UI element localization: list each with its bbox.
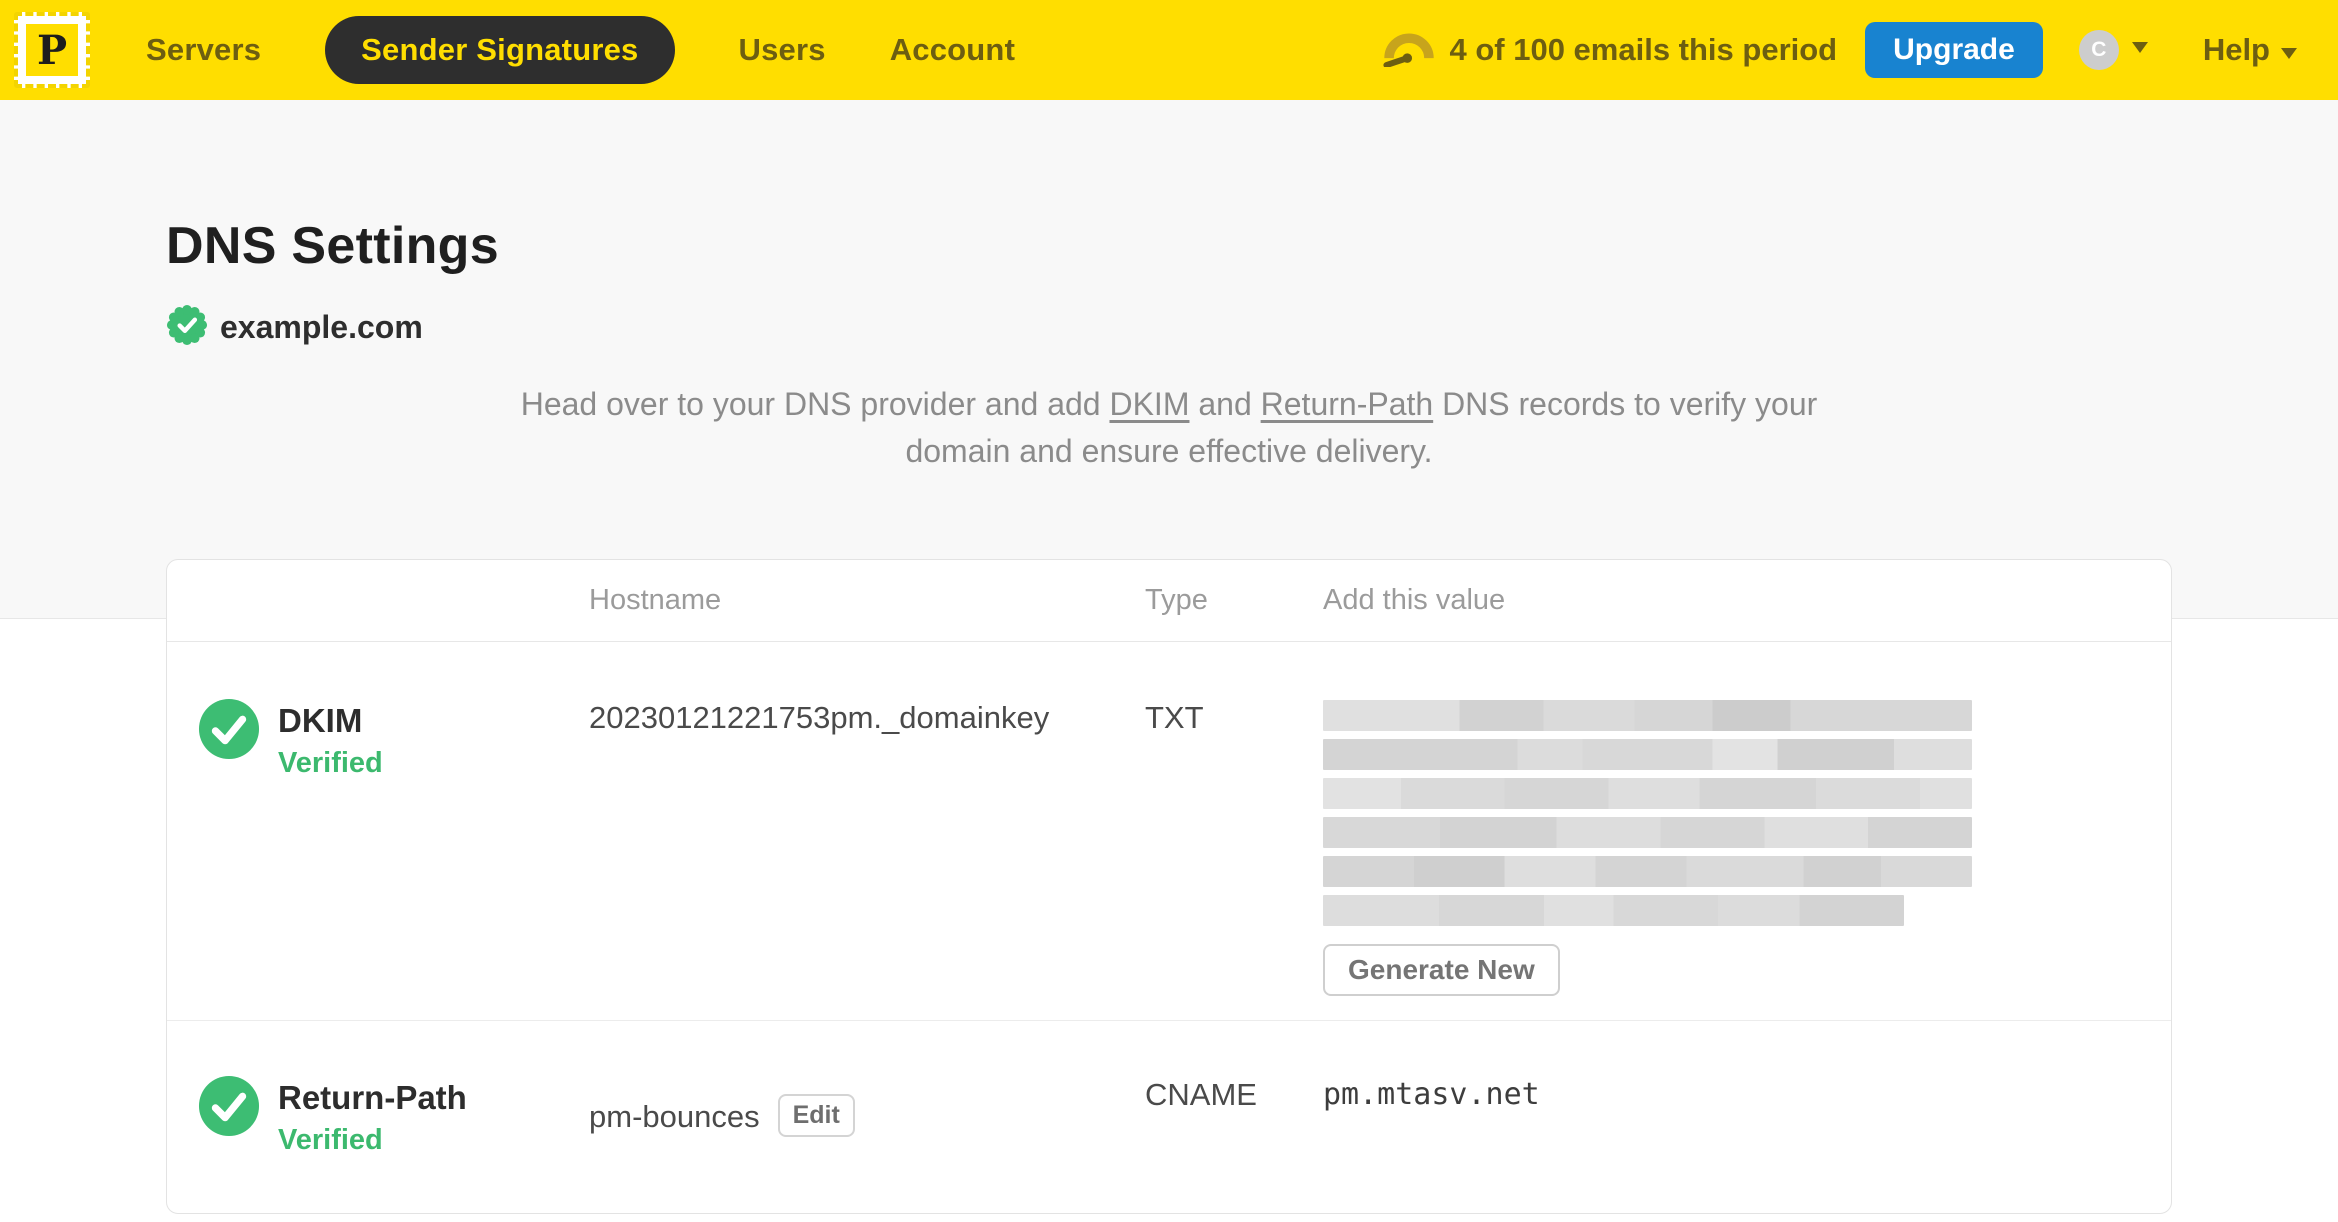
upgrade-button[interactable]: Upgrade xyxy=(1865,22,2043,78)
domain-name: example.com xyxy=(220,309,423,345)
nav-item-users[interactable]: Users xyxy=(739,32,826,68)
verified-check-icon xyxy=(198,698,260,760)
postmark-logo[interactable]: P xyxy=(14,12,90,88)
postmark-logo-letter: P xyxy=(26,24,78,76)
record-type: CNAME xyxy=(1145,1077,1257,1112)
help-menu[interactable]: Help xyxy=(2203,32,2298,68)
header-type: Type xyxy=(1145,584,1208,616)
intro-text: Head over to your DNS provider and add D… xyxy=(520,386,1818,469)
dns-records-card: Hostname Type Add this value DKIM Verifi… xyxy=(166,559,2172,1214)
verified-check-icon xyxy=(198,1075,260,1137)
record-name-cell: DKIM Verified xyxy=(167,698,589,996)
account-menu[interactable]: C xyxy=(2078,30,2149,70)
record-value-cell: Generate New xyxy=(1323,700,2171,996)
record-name: DKIM xyxy=(278,702,363,739)
nav-item-sender-signatures[interactable]: Sender Signatures xyxy=(325,16,675,84)
record-hostname: pm-bounces xyxy=(589,1099,760,1134)
record-hostname-cell: pm-bounces Edit xyxy=(589,1077,1145,1157)
record-value: pm.mtasv.net xyxy=(1323,1077,1540,1112)
return-path-link[interactable]: Return-Path xyxy=(1261,386,1434,422)
chevron-down-icon xyxy=(2280,32,2298,68)
record-type: TXT xyxy=(1145,700,1204,735)
record-value-cell: pm.mtasv.net xyxy=(1323,1077,2171,1157)
usage-indicator[interactable]: 4 of 100 emails this period xyxy=(1383,25,1837,75)
status-badge: Verified xyxy=(278,1124,383,1156)
record-name: Return-Path xyxy=(278,1079,467,1116)
chevron-down-icon xyxy=(2131,41,2149,59)
nav-item-servers[interactable]: Servers xyxy=(146,32,261,68)
main-content: DNS Settings example.com Head over to yo… xyxy=(166,100,2172,1214)
record-hostname: 20230121221753pm._domainkey xyxy=(589,700,1050,735)
record-name-cell: Return-Path Verified xyxy=(167,1075,589,1157)
table-row-return-path: Return-Path Verified pm-bounces Edit CNA… xyxy=(167,1020,2171,1213)
header-hostname: Hostname xyxy=(589,584,722,616)
primary-nav: Servers Sender Signatures Users Account xyxy=(146,16,1015,84)
help-label: Help xyxy=(2202,32,2270,67)
gauge-icon xyxy=(1383,25,1435,75)
page-title: DNS Settings xyxy=(166,217,499,275)
verified-domain: example.com xyxy=(166,304,2172,351)
nav-item-account[interactable]: Account xyxy=(890,32,1015,68)
avatar: C xyxy=(2078,30,2119,70)
status-badge: Verified xyxy=(278,747,383,779)
verified-seal-icon xyxy=(166,304,208,351)
edit-button[interactable]: Edit xyxy=(777,1093,855,1137)
dkim-link[interactable]: DKIM xyxy=(1109,386,1189,422)
redacted-value-block xyxy=(1323,700,1972,926)
table-row-dkim: DKIM Verified 20230121221753pm._domainke… xyxy=(167,642,2171,1020)
table-header: Hostname Type Add this value xyxy=(167,560,2171,642)
usage-text: 4 of 100 emails this period xyxy=(1449,32,1838,67)
generate-new-button[interactable]: Generate New xyxy=(1323,944,1560,996)
header-value: Add this value xyxy=(1323,584,1506,616)
nav-right-group: 4 of 100 emails this period Upgrade C He… xyxy=(1383,22,2298,78)
top-navbar: P Servers Sender Signatures Users Accoun… xyxy=(0,0,2338,100)
